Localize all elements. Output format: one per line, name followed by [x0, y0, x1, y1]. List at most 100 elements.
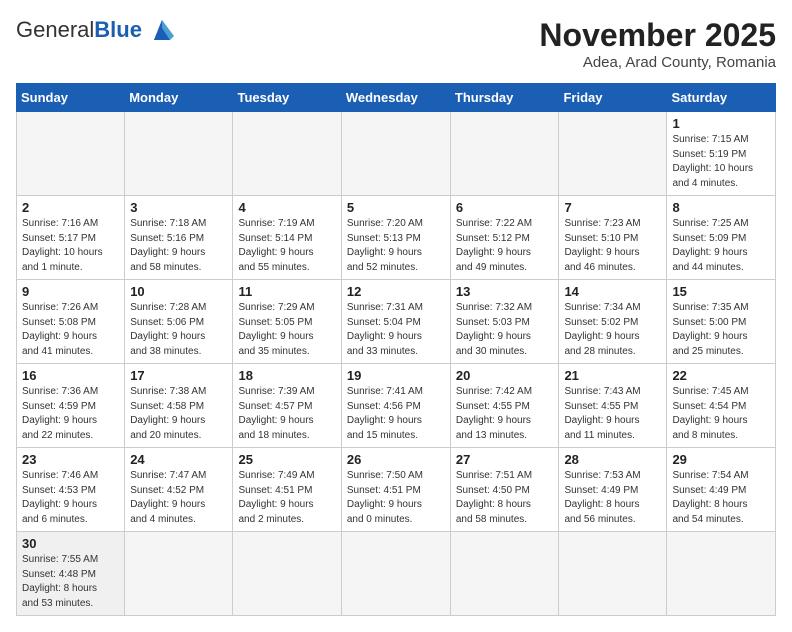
day-info: Sunrise: 7:42 AM Sunset: 4:55 PM Dayligh… [456, 385, 554, 443]
weekday-header: Tuesday [233, 84, 341, 112]
day-number: 20 [456, 368, 554, 383]
day-number: 26 [347, 452, 445, 467]
day-info: Sunrise: 7:29 AM Sunset: 5:05 PM Dayligh… [238, 301, 335, 359]
day-number: 2 [22, 200, 119, 215]
day-number: 6 [456, 200, 554, 215]
calendar-cell: 30Sunrise: 7:55 AM Sunset: 4:48 PM Dayli… [17, 532, 125, 616]
calendar-cell [341, 112, 450, 196]
day-info: Sunrise: 7:49 AM Sunset: 4:51 PM Dayligh… [238, 469, 335, 527]
day-info: Sunrise: 7:41 AM Sunset: 4:56 PM Dayligh… [347, 385, 445, 443]
calendar-cell: 4 Sunrise: 7:19 AM Sunset: 5:14 PM Daylig… [233, 196, 341, 280]
calendar-cell [667, 532, 776, 616]
calendar-cell [559, 112, 667, 196]
day-number: 17 [130, 368, 227, 383]
day-number: 13 [456, 284, 554, 299]
calendar-cell: 5 Sunrise: 7:20 AM Sunset: 5:13 PM Daylig… [341, 196, 450, 280]
day-info: Sunrise: 7:25 AM Sunset: 5:09 PM Dayligh… [672, 217, 770, 275]
logo-area: General Blue [16, 16, 178, 44]
calendar-cell: 17 Sunrise: 7:38 AM Sunset: 4:58 PM Dayli… [125, 364, 233, 448]
calendar-cell: 18 Sunrise: 7:39 AM Sunset: 4:57 PM Dayli… [233, 364, 341, 448]
day-number: 12 [347, 284, 445, 299]
logo-general-text: General [16, 17, 94, 43]
week-row: 2Sunrise: 7:16 AM Sunset: 5:17 PM Daylig… [17, 196, 776, 280]
day-info: Sunrise: 7:38 AM Sunset: 4:58 PM Dayligh… [130, 385, 227, 443]
weekday-header: Saturday [667, 84, 776, 112]
day-info: Sunrise: 7:15 AM Sunset: 5:19 PM Dayligh… [672, 133, 770, 191]
day-info: Sunrise: 7:35 AM Sunset: 5:00 PM Dayligh… [672, 301, 770, 359]
day-number: 27 [456, 452, 554, 467]
calendar-cell: 20 Sunrise: 7:42 AM Sunset: 4:55 PM Dayli… [450, 364, 559, 448]
calendar-cell: 2Sunrise: 7:16 AM Sunset: 5:17 PM Daylig… [17, 196, 125, 280]
day-info: Sunrise: 7:36 AM Sunset: 4:59 PM Dayligh… [22, 385, 119, 443]
day-info: Sunrise: 7:39 AM Sunset: 4:57 PM Dayligh… [238, 385, 335, 443]
calendar-cell: 26 Sunrise: 7:50 AM Sunset: 4:51 PM Dayli… [341, 448, 450, 532]
day-info: Sunrise: 7:46 AM Sunset: 4:53 PM Dayligh… [22, 469, 119, 527]
calendar-cell [17, 112, 125, 196]
subtitle: Adea, Arad County, Romania [539, 54, 776, 71]
day-number: 18 [238, 368, 335, 383]
day-info: Sunrise: 7:19 AM Sunset: 5:14 PM Dayligh… [238, 217, 335, 275]
weekday-header: Wednesday [341, 84, 450, 112]
day-info: Sunrise: 7:28 AM Sunset: 5:06 PM Dayligh… [130, 301, 227, 359]
calendar-cell: 14 Sunrise: 7:34 AM Sunset: 5:02 PM Dayli… [559, 280, 667, 364]
day-info: Sunrise: 7:47 AM Sunset: 4:52 PM Dayligh… [130, 469, 227, 527]
day-number: 4 [238, 200, 335, 215]
calendar-cell: 21Sunrise: 7:43 AM Sunset: 4:55 PM Dayli… [559, 364, 667, 448]
calendar-cell: 8Sunrise: 7:25 AM Sunset: 5:09 PM Daylig… [667, 196, 776, 280]
calendar-cell: 24Sunrise: 7:47 AM Sunset: 4:52 PM Dayli… [125, 448, 233, 532]
calendar-cell [233, 112, 341, 196]
calendar-cell: 11 Sunrise: 7:29 AM Sunset: 5:05 PM Dayli… [233, 280, 341, 364]
calendar-cell: 27 Sunrise: 7:51 AM Sunset: 4:50 PM Dayli… [450, 448, 559, 532]
day-number: 28 [564, 452, 661, 467]
calendar-cell: 23 Sunrise: 7:46 AM Sunset: 4:53 PM Dayli… [17, 448, 125, 532]
day-info: Sunrise: 7:20 AM Sunset: 5:13 PM Dayligh… [347, 217, 445, 275]
calendar-cell: 29Sunrise: 7:54 AM Sunset: 4:49 PM Dayli… [667, 448, 776, 532]
week-row: 16 Sunrise: 7:36 AM Sunset: 4:59 PM Dayli… [17, 364, 776, 448]
day-info: Sunrise: 7:31 AM Sunset: 5:04 PM Dayligh… [347, 301, 445, 359]
day-info: Sunrise: 7:54 AM Sunset: 4:49 PM Dayligh… [672, 469, 770, 527]
day-number: 14 [564, 284, 661, 299]
day-number: 16 [22, 368, 119, 383]
day-number: 22 [672, 368, 770, 383]
day-number: 19 [347, 368, 445, 383]
day-info: Sunrise: 7:50 AM Sunset: 4:51 PM Dayligh… [347, 469, 445, 527]
weekday-header: Monday [125, 84, 233, 112]
weekday-header-row: SundayMondayTuesdayWednesdayThursdayFrid… [17, 84, 776, 112]
calendar-cell: 22 Sunrise: 7:45 AM Sunset: 4:54 PM Dayli… [667, 364, 776, 448]
calendar-cell [450, 532, 559, 616]
day-info: Sunrise: 7:51 AM Sunset: 4:50 PM Dayligh… [456, 469, 554, 527]
calendar-cell: 3 Sunrise: 7:18 AM Sunset: 5:16 PM Daylig… [125, 196, 233, 280]
week-row: 9Sunrise: 7:26 AM Sunset: 5:08 PM Daylig… [17, 280, 776, 364]
day-number: 1 [672, 116, 770, 131]
day-number: 23 [22, 452, 119, 467]
day-number: 15 [672, 284, 770, 299]
calendar-cell: 16 Sunrise: 7:36 AM Sunset: 4:59 PM Dayli… [17, 364, 125, 448]
day-info: Sunrise: 7:18 AM Sunset: 5:16 PM Dayligh… [130, 217, 227, 275]
day-info: Sunrise: 7:45 AM Sunset: 4:54 PM Dayligh… [672, 385, 770, 443]
day-info: Sunrise: 7:22 AM Sunset: 5:12 PM Dayligh… [456, 217, 554, 275]
weekday-header: Sunday [17, 84, 125, 112]
calendar-cell: 7Sunrise: 7:23 AM Sunset: 5:10 PM Daylig… [559, 196, 667, 280]
calendar-cell: 1 Sunrise: 7:15 AM Sunset: 5:19 PM Daylig… [667, 112, 776, 196]
day-info: Sunrise: 7:34 AM Sunset: 5:02 PM Dayligh… [564, 301, 661, 359]
day-info: Sunrise: 7:26 AM Sunset: 5:08 PM Dayligh… [22, 301, 119, 359]
calendar-cell [125, 112, 233, 196]
calendar-cell [125, 532, 233, 616]
calendar-cell: 15 Sunrise: 7:35 AM Sunset: 5:00 PM Dayli… [667, 280, 776, 364]
logo-icon [146, 16, 178, 44]
header: General Blue November 2025 Adea, Arad Co… [16, 16, 776, 71]
day-number: 3 [130, 200, 227, 215]
day-info: Sunrise: 7:32 AM Sunset: 5:03 PM Dayligh… [456, 301, 554, 359]
calendar-cell [559, 532, 667, 616]
week-row: 30Sunrise: 7:55 AM Sunset: 4:48 PM Dayli… [17, 532, 776, 616]
calendar-cell: 28 Sunrise: 7:53 AM Sunset: 4:49 PM Dayli… [559, 448, 667, 532]
day-info: Sunrise: 7:23 AM Sunset: 5:10 PM Dayligh… [564, 217, 661, 275]
day-info: Sunrise: 7:53 AM Sunset: 4:49 PM Dayligh… [564, 469, 661, 527]
day-number: 11 [238, 284, 335, 299]
month-title: November 2025 [539, 16, 776, 54]
calendar-cell: 9Sunrise: 7:26 AM Sunset: 5:08 PM Daylig… [17, 280, 125, 364]
day-number: 5 [347, 200, 445, 215]
day-number: 10 [130, 284, 227, 299]
weekday-header: Friday [559, 84, 667, 112]
week-row: 23 Sunrise: 7:46 AM Sunset: 4:53 PM Dayli… [17, 448, 776, 532]
